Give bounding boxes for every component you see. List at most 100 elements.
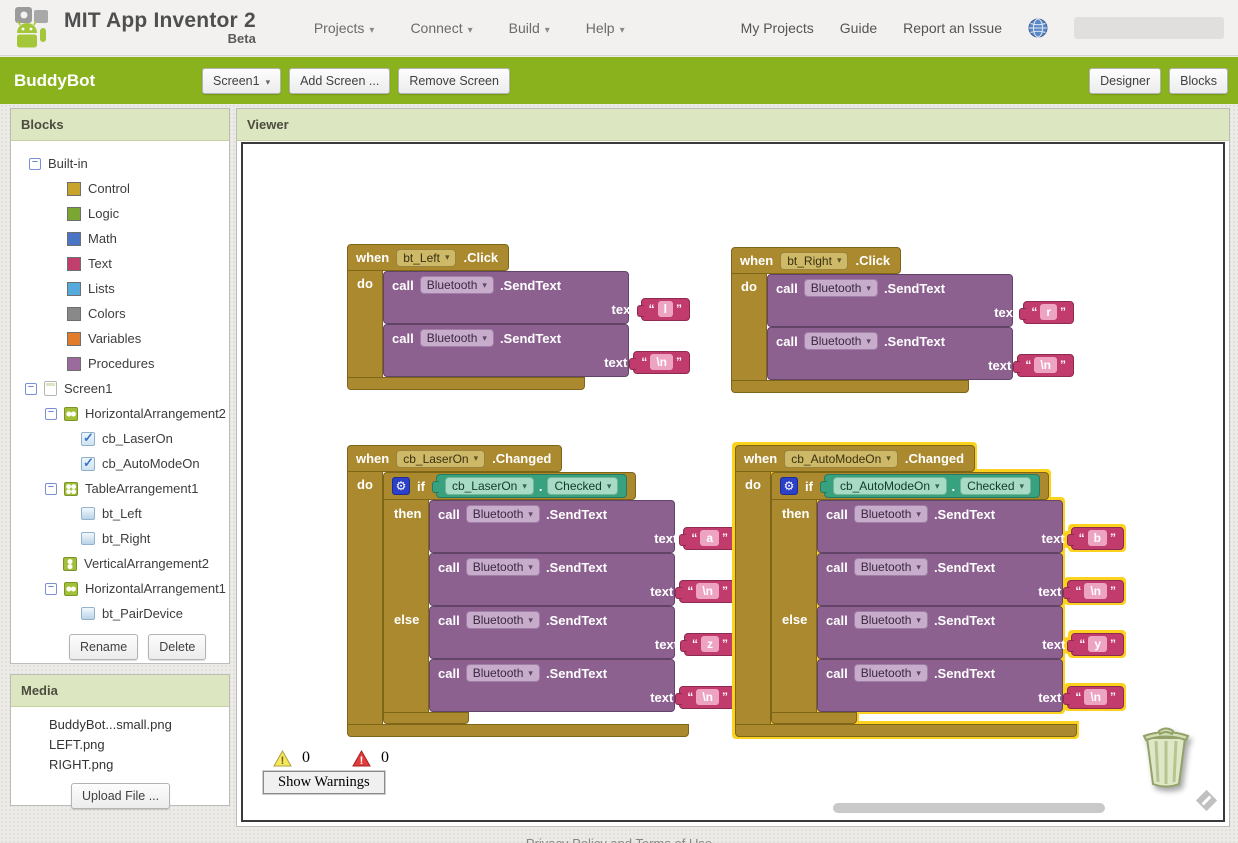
text-string-block[interactable]: “ \n ” — [675, 685, 736, 709]
string-value[interactable]: l — [657, 301, 673, 317]
component-dropdown[interactable]: Bluetooth — [419, 276, 494, 294]
footer-privacy-link[interactable]: Privacy Policy and Terms of Use — [526, 836, 712, 843]
media-file[interactable]: LEFT.png — [49, 737, 229, 757]
add-screen-button[interactable]: Add Screen ... — [289, 67, 391, 94]
call-sendtext-block[interactable]: call Bluetooth .SendText text “ — [817, 606, 1124, 659]
if-then-else-block[interactable]: ⚙ if cb_LaserOn . Checked then — [383, 472, 736, 724]
block-group-bt-left-click[interactable]: when bt_Left .Click do call Bluetooth .S… — [347, 244, 690, 390]
horizontal-scrollbar[interactable] — [833, 803, 1105, 813]
text-string-block[interactable]: “ \n ” — [1013, 353, 1074, 377]
component-dropdown[interactable]: Bluetooth — [465, 558, 540, 576]
text-string-block[interactable]: “ r ” — [1019, 300, 1074, 324]
component-dropdown[interactable]: Bluetooth — [853, 505, 928, 523]
trash-icon[interactable] — [1139, 724, 1193, 790]
string-value[interactable]: b — [1087, 530, 1107, 546]
call-sendtext-block[interactable]: call Bluetooth .SendText text “ — [429, 659, 736, 712]
call-sendtext-block[interactable]: call Bluetooth .SendText text “ r ” — [767, 274, 1074, 327]
palette-item-procedures[interactable]: Procedures — [11, 351, 229, 376]
upload-file-button[interactable]: Upload File ... — [71, 783, 171, 809]
link-report-issue[interactable]: Report an Issue — [903, 20, 1002, 36]
blocks-button[interactable]: Blocks — [1169, 67, 1228, 94]
string-value[interactable]: z — [701, 636, 719, 652]
string-value[interactable]: \n — [1084, 583, 1107, 599]
collapse-icon[interactable] — [45, 482, 57, 495]
component-dropdown[interactable]: Bluetooth — [465, 611, 540, 629]
string-value[interactable]: \n — [650, 354, 673, 370]
language-globe-icon[interactable] — [1028, 18, 1048, 38]
palette-item-lists[interactable]: Lists — [11, 276, 229, 301]
text-string-block[interactable]: “ \n ” — [1063, 685, 1124, 709]
component-dropdown[interactable]: Bluetooth — [803, 332, 878, 350]
string-value[interactable]: \n — [696, 689, 719, 705]
text-string-block[interactable]: “ b ” — [1066, 526, 1124, 550]
tree-item-bt-left[interactable]: bt_Left — [11, 501, 229, 526]
component-dropdown[interactable]: Bluetooth — [419, 329, 494, 347]
component-dropdown[interactable]: Bluetooth — [853, 558, 928, 576]
component-dropdown[interactable]: Bluetooth — [465, 664, 540, 682]
string-value[interactable]: \n — [1084, 689, 1107, 705]
media-file[interactable]: RIGHT.png — [49, 757, 229, 777]
tree-item-cb-automodeon[interactable]: cb_AutoModeOn — [11, 451, 229, 476]
component-dropdown[interactable]: cb_LaserOn — [396, 449, 486, 468]
when-block[interactable]: when cb_AutoModeOn .Changed — [735, 445, 976, 472]
block-group-bt-right-click[interactable]: when bt_Right .Click do call Bluetooth .… — [731, 247, 1074, 393]
call-sendtext-block[interactable]: call Bluetooth .SendText text “ — [429, 500, 736, 553]
string-value[interactable]: a — [700, 530, 719, 546]
mutator-gear-icon[interactable]: ⚙ — [780, 477, 798, 495]
component-dropdown[interactable]: Bluetooth — [803, 279, 878, 297]
block-group-cb-automodeon-changed[interactable]: when cb_AutoModeOn .Changed do ⚙ if cb_A… — [735, 445, 1124, 737]
call-sendtext-block[interactable]: call Bluetooth .SendText text “ — [817, 500, 1124, 553]
text-string-block[interactable]: “ \n ” — [1063, 579, 1124, 603]
string-value[interactable]: \n — [696, 583, 719, 599]
block-group-cb-laseron-changed[interactable]: when cb_LaserOn .Changed do ⚙ if cb_Lase… — [347, 445, 736, 737]
tree-item-horizontalarrangement1[interactable]: HorizontalArrangement1 — [11, 576, 229, 601]
tree-item-bt-right[interactable]: bt_Right — [11, 526, 229, 551]
call-sendtext-block[interactable]: call Bluetooth .SendText text “ l ” — [383, 271, 690, 324]
user-account-redacted[interactable] — [1074, 16, 1224, 39]
screen-selector-button[interactable]: Screen1 — [202, 67, 282, 94]
checked-getter-block[interactable]: cb_LaserOn . Checked — [431, 474, 628, 498]
component-dropdown[interactable]: bt_Right — [780, 251, 849, 270]
palette-item-text[interactable]: Text — [11, 251, 229, 276]
collapse-icon[interactable] — [25, 382, 37, 395]
call-sendtext-block[interactable]: call Bluetooth .SendText text “ \n ” — [767, 327, 1074, 380]
component-dropdown[interactable]: Bluetooth — [465, 505, 540, 523]
text-string-block[interactable]: “ l ” — [636, 297, 690, 321]
component-dropdown[interactable]: Bluetooth — [853, 664, 928, 682]
show-warnings-button[interactable]: Show Warnings — [262, 770, 386, 795]
delete-button[interactable]: Delete — [148, 634, 207, 660]
call-sendtext-block[interactable]: call Bluetooth .SendText text “ — [817, 553, 1124, 606]
tree-item-horizontalarrangement2[interactable]: HorizontalArrangement2 — [11, 401, 229, 426]
palette-item-math[interactable]: Math — [11, 226, 229, 251]
text-string-block[interactable]: “ y ” — [1067, 632, 1124, 656]
palette-item-colors[interactable]: Colors — [11, 301, 229, 326]
when-block[interactable]: when bt_Left .Click — [347, 244, 510, 271]
tree-item-verticalarrangement2[interactable]: VerticalArrangement2 — [11, 551, 229, 576]
call-sendtext-block[interactable]: call Bluetooth .SendText text “ — [817, 659, 1124, 712]
component-dropdown[interactable]: cb_AutoModeOn — [832, 477, 947, 495]
mutator-gear-icon[interactable]: ⚙ — [392, 477, 410, 495]
tree-item-bt-pairdevice[interactable]: bt_PairDevice — [11, 601, 229, 626]
tree-item-screen1[interactable]: Screen1 — [11, 376, 229, 401]
component-dropdown[interactable]: cb_LaserOn — [444, 477, 534, 495]
collapse-icon[interactable] — [45, 407, 57, 420]
menu-help[interactable]: Help — [586, 20, 625, 36]
text-string-block[interactable]: “ z ” — [680, 632, 736, 656]
collapse-icon[interactable] — [45, 582, 57, 595]
call-sendtext-block[interactable]: call Bluetooth .SendText text “ — [429, 553, 736, 606]
designer-button[interactable]: Designer — [1089, 67, 1162, 94]
text-string-block[interactable]: “ \n ” — [629, 350, 690, 374]
when-block[interactable]: when bt_Right .Click — [731, 247, 902, 274]
palette-item-variables[interactable]: Variables — [11, 326, 229, 351]
link-guide[interactable]: Guide — [840, 20, 877, 36]
if-then-else-block[interactable]: ⚙ if cb_AutoModeOn . Checked then — [771, 472, 1124, 724]
tree-item-tablearrangement1[interactable]: TableArrangement1 — [11, 476, 229, 501]
menu-connect[interactable]: Connect — [410, 20, 472, 36]
tree-item-cb-laseron[interactable]: cb_LaserOn — [11, 426, 229, 451]
palette-item-control[interactable]: Control — [11, 176, 229, 201]
menu-build[interactable]: Build — [509, 20, 550, 36]
text-string-block[interactable]: “ a ” — [679, 526, 736, 550]
rename-button[interactable]: Rename — [69, 634, 139, 660]
palette-item-logic[interactable]: Logic — [11, 201, 229, 226]
collapse-icon[interactable] — [29, 157, 41, 170]
